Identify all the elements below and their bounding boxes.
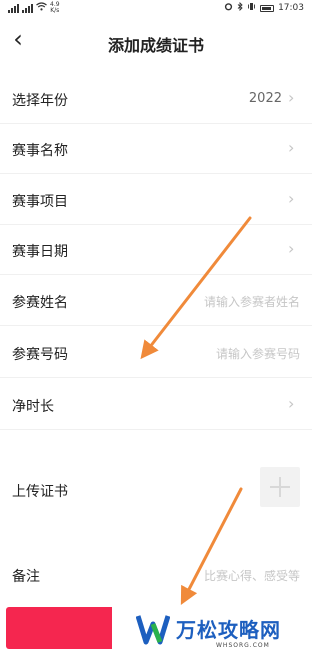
net-time-row[interactable]: 净时长 › [0,380,312,430]
chevron-right-icon: › [288,239,295,258]
chevron-right-icon: › [288,189,295,208]
net-time-label: 净时长 [12,399,54,415]
event-item-row[interactable]: 赛事项目 › [0,175,312,225]
battery-icon [260,4,275,12]
status-bar: 4.9 K/s 17:03 [0,0,312,16]
year-value: 2022 [248,91,282,106]
event-name-label: 赛事名称 [12,143,68,159]
signal-icon [8,3,19,13]
vibrate-icon [247,2,256,14]
network-speed: 4.9 K/s [50,1,60,14]
chevron-right-icon: › [288,138,295,157]
event-date-row[interactable]: 赛事日期 › [0,225,312,275]
watermark-domain: WHSORG.COM [216,642,270,649]
participant-name-row: 参赛姓名 请输入参赛者姓名 [0,276,312,326]
navigation-bar: ‹ 添加成绩证书 [0,20,312,64]
participant-number-row: 参赛号码 请输入参赛号码 [0,328,312,378]
alarm-icon [224,2,233,14]
participant-name-input[interactable]: 请输入参赛者姓名 [204,293,300,310]
chevron-right-icon: › [288,394,295,413]
bluetooth-icon [237,1,243,14]
status-left: 4.9 K/s [8,2,60,14]
watermark: 万松攻略网 WHSORG.COM [112,606,312,657]
upload-certificate-button[interactable] [260,467,300,507]
event-item-label: 赛事项目 [12,194,68,210]
upload-certificate-label: 上传证书 [12,484,68,500]
event-name-row[interactable]: 赛事名称 › [0,124,312,174]
year-label: 选择年份 [12,93,68,109]
remarks-label: 备注 [12,569,40,585]
watermark-logo-icon [136,615,170,645]
year-row[interactable]: 选择年份 2022 › [0,74,312,124]
remarks-row: 备注 比赛心得、感受等 [0,550,312,600]
signal-icon-2 [22,3,33,13]
participant-number-input[interactable]: 请输入参赛号码 [216,345,300,362]
participant-number-label: 参赛号码 [12,347,68,363]
watermark-brand: 万松攻略网 [176,618,281,642]
wifi-icon [36,2,47,14]
event-date-label: 赛事日期 [12,244,68,260]
participant-name-label: 参赛姓名 [12,295,68,311]
status-time: 17:03 [278,3,304,13]
remarks-input[interactable]: 比赛心得、感受等 [204,567,300,584]
page-title: 添加成绩证书 [107,36,204,55]
chevron-right-icon: › [288,88,295,107]
status-right: 17:03 [224,1,304,14]
